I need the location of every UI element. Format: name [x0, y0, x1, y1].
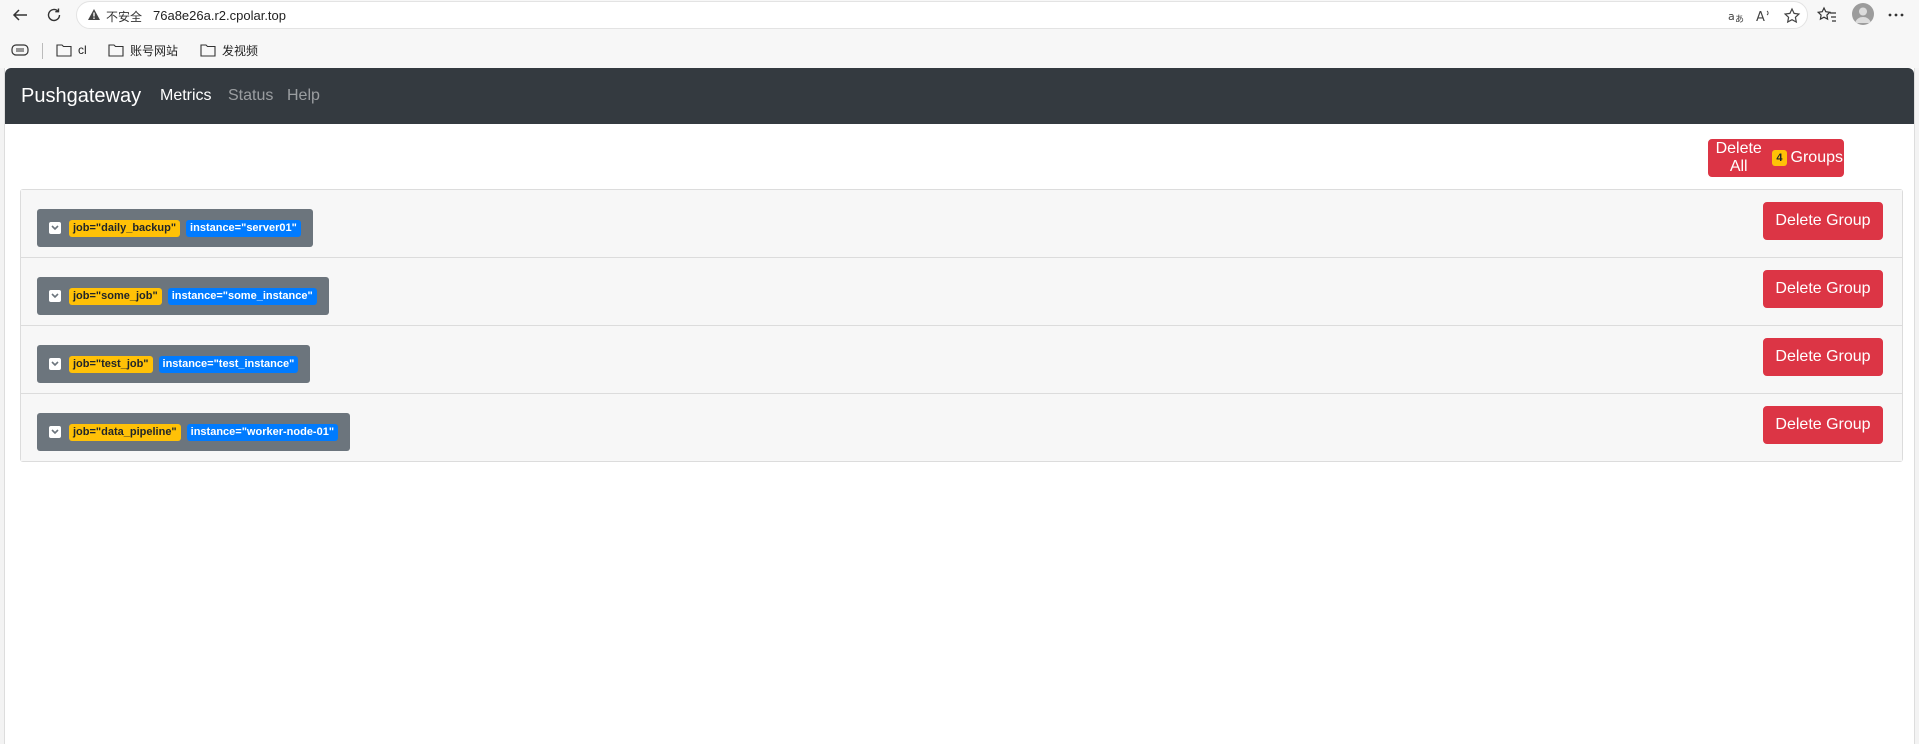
favorite-star-icon[interactable] [1783, 7, 1801, 25]
delete-group-button[interactable]: Delete Group [1763, 270, 1883, 308]
folder-icon [108, 44, 124, 57]
job-badge: job="data_pipeline" [69, 423, 181, 441]
folder-icon [200, 44, 216, 57]
tab-actions-icon[interactable] [11, 43, 29, 57]
nav-help[interactable]: Help [287, 87, 320, 105]
expand-icon [49, 426, 61, 438]
group-row: job="test_job" instance="test_instance" … [21, 326, 1902, 394]
svg-text:あ: あ [1735, 14, 1744, 25]
back-button[interactable] [8, 3, 32, 27]
url-text: 76a8e26a.r2.cpolar.top [153, 8, 286, 23]
job-badge: job="daily_backup" [69, 219, 181, 237]
group-toggle[interactable]: job="test_job" instance="test_instance" [37, 345, 311, 383]
group-count-badge: 4 [1772, 150, 1787, 166]
group-row: job="data_pipeline" instance="worker-nod… [21, 394, 1902, 461]
expand-icon [49, 222, 61, 234]
page-content: Pushgateway Metrics Status Help Delete A… [4, 68, 1915, 744]
nav-metrics[interactable]: Metrics [160, 87, 212, 105]
delete-group-button[interactable]: Delete Group [1763, 406, 1883, 444]
warning-icon [88, 9, 100, 20]
nav-status[interactable]: Status [228, 87, 273, 105]
more-options-icon[interactable] [1885, 4, 1907, 26]
bookmark-folder[interactable]: 发视频 [200, 41, 258, 59]
toolbar: 不安全 76a8e26a.r2.cpolar.top aあ A [0, 0, 1919, 30]
profile-avatar[interactable] [1852, 3, 1874, 25]
group-toggle[interactable]: job="some_job" instance="some_instance" [37, 277, 329, 315]
instance-badge: instance="worker-node-01" [186, 423, 339, 441]
bookmark-label: 账号网站 [130, 43, 179, 58]
translate-icon[interactable]: aあ [1727, 7, 1745, 25]
svg-text:A: A [1756, 10, 1765, 25]
refresh-button[interactable] [42, 3, 66, 27]
instance-badge: instance="test_instance" [158, 355, 299, 373]
job-badge: job="some_job" [69, 287, 162, 305]
delete-all-label: Delete All [1715, 140, 1762, 175]
read-aloud-icon[interactable]: A [1755, 7, 1773, 25]
folder-icon [56, 44, 72, 57]
delete-all-suffix: Groups [1790, 149, 1843, 166]
bookmarks-bar: cl 账号网站 发视频 [0, 38, 1919, 62]
address-bar[interactable]: 不安全 76a8e26a.r2.cpolar.top aあ A [76, 1, 1808, 29]
back-arrow-icon [12, 9, 27, 21]
group-row: job="some_job" instance="some_instance" … [21, 258, 1902, 326]
favorites-icon[interactable] [1816, 4, 1838, 26]
group-toggle[interactable]: job="daily_backup" instance="server01" [37, 209, 313, 247]
bookmark-label: cl [78, 43, 87, 57]
insecure-label: 不安全 [106, 10, 143, 24]
delete-all-groups-button[interactable]: Delete All 4 Groups [1708, 139, 1844, 177]
brand-link[interactable]: Pushgateway [21, 85, 141, 108]
bookmarks-divider [42, 43, 43, 59]
group-row: job="daily_backup" instance="server01" D… [21, 190, 1902, 258]
delete-group-button[interactable]: Delete Group [1763, 338, 1883, 376]
bookmark-folder[interactable]: cl [56, 41, 87, 59]
group-toggle[interactable]: job="data_pipeline" instance="worker-nod… [37, 413, 351, 451]
expand-icon [49, 290, 61, 302]
instance-badge: instance="server01" [186, 219, 301, 237]
browser-chrome: 不安全 76a8e26a.r2.cpolar.top aあ A cl 账号网站 … [0, 0, 1919, 68]
expand-icon [49, 358, 61, 370]
user-icon [1855, 7, 1871, 23]
job-badge: job="test_job" [69, 355, 153, 373]
delete-group-button[interactable]: Delete Group [1763, 202, 1883, 240]
navbar: Pushgateway Metrics Status Help [5, 68, 1914, 124]
svg-text:a: a [1728, 10, 1735, 23]
instance-badge: instance="some_instance" [167, 287, 317, 305]
metric-groups-list: job="daily_backup" instance="server01" D… [20, 189, 1903, 462]
bookmark-folder[interactable]: 账号网站 [108, 41, 178, 59]
bookmark-label: 发视频 [222, 43, 259, 58]
refresh-icon [47, 8, 61, 22]
